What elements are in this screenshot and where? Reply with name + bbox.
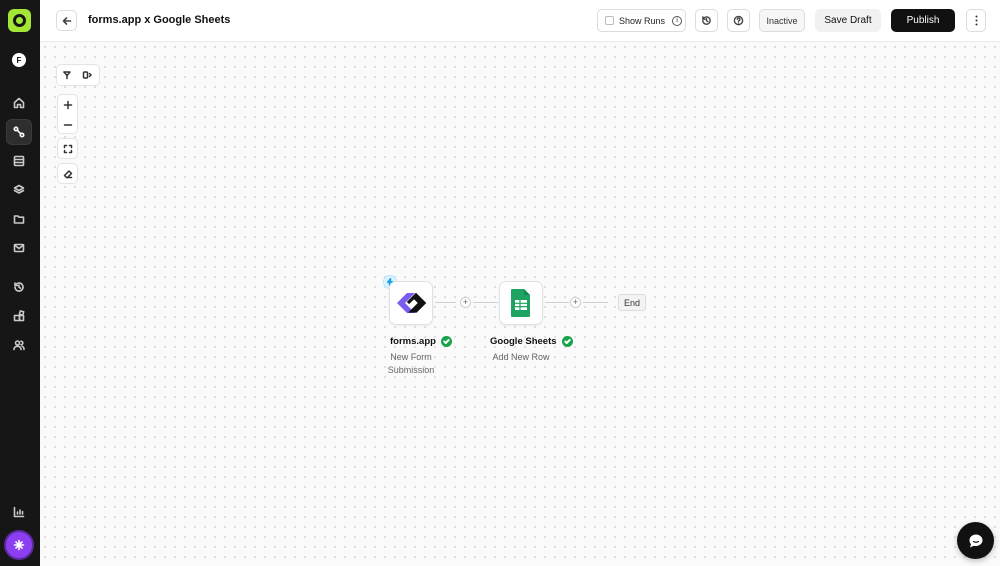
flow-status-badge[interactable]: Inactive xyxy=(759,9,805,32)
sidebar-item-tables[interactable] xyxy=(6,148,32,174)
sidebar-item-home[interactable] xyxy=(6,90,32,116)
more-options-button[interactable] xyxy=(966,9,986,32)
fullscreen-icon xyxy=(63,144,73,154)
connector-line xyxy=(545,302,569,303)
minus-icon xyxy=(63,124,73,126)
zoom-controls xyxy=(57,94,78,134)
layers-icon xyxy=(13,184,25,194)
mail-icon xyxy=(13,243,25,253)
forms-app-logo-icon xyxy=(397,292,427,313)
connector-line xyxy=(435,302,456,303)
action-node-google-sheets[interactable] xyxy=(499,281,543,325)
publish-button[interactable]: Publish xyxy=(891,9,955,32)
tables-icon xyxy=(13,155,25,167)
end-node: End xyxy=(618,294,646,311)
back-button[interactable] xyxy=(56,10,77,31)
eraser-icon xyxy=(63,170,73,179)
sparkle-icon xyxy=(13,539,25,551)
home-icon xyxy=(13,97,25,109)
pointer-icon xyxy=(63,71,71,80)
clear-control xyxy=(57,163,78,184)
trigger-node-label: forms.app xyxy=(390,336,452,347)
hand-icon xyxy=(82,71,92,79)
flow-canvas[interactable]: + forms.app New Form Submission + End Go… xyxy=(40,42,1000,566)
google-sheets-icon xyxy=(511,289,530,317)
sidebar-item-analytics[interactable] xyxy=(6,499,32,525)
more-vertical-icon xyxy=(975,15,977,26)
history-icon xyxy=(14,282,24,292)
show-runs-label: Show Runs xyxy=(619,15,666,26)
apps-icon xyxy=(13,310,25,322)
sidebar-item-folders[interactable] xyxy=(6,206,32,232)
chat-bubble-icon xyxy=(969,534,982,547)
flow-title[interactable]: forms.app x Google Sheets xyxy=(88,14,230,26)
trigger-node-subtitle: New Form Submission xyxy=(387,352,435,375)
sidebar-item-history[interactable] xyxy=(6,274,32,300)
help-circle-icon xyxy=(733,15,744,26)
fit-view-control xyxy=(57,138,78,159)
show-runs-toggle[interactable]: Show Runs i xyxy=(597,9,686,32)
select-mode-button[interactable] xyxy=(57,65,77,85)
action-node-title: Google Sheets xyxy=(490,336,557,347)
pan-mode-button[interactable] xyxy=(77,65,97,85)
add-step-button[interactable]: + xyxy=(460,297,471,308)
folder-icon xyxy=(13,215,25,224)
info-icon[interactable]: i xyxy=(672,15,683,26)
connector-line xyxy=(473,302,498,303)
users-icon xyxy=(13,340,25,351)
sidebar-item-mail[interactable] xyxy=(6,235,32,261)
top-bar: forms.app x Google Sheets Show Runs i In… xyxy=(40,0,1000,42)
action-node-label: Google Sheets xyxy=(490,336,573,347)
connector-line xyxy=(583,302,608,303)
check-circle-icon xyxy=(440,336,452,347)
help-button[interactable] xyxy=(727,9,750,32)
add-step-button[interactable]: + xyxy=(570,297,581,308)
fit-view-button[interactable] xyxy=(58,139,78,159)
user-avatar[interactable]: F xyxy=(12,53,26,67)
canvas-mode-toolbar xyxy=(56,64,100,86)
show-runs-checkbox[interactable] xyxy=(605,16,614,25)
zoom-in-button[interactable] xyxy=(58,95,78,115)
eraser-button[interactable] xyxy=(58,164,78,184)
version-history-button[interactable] xyxy=(695,9,718,32)
arrow-left-icon xyxy=(62,16,71,25)
sidebar: F xyxy=(0,0,40,566)
sidebar-item-layers[interactable] xyxy=(6,177,32,203)
zoom-out-button[interactable] xyxy=(58,115,78,135)
app-logo[interactable] xyxy=(8,9,31,32)
check-circle-icon xyxy=(561,336,573,347)
ai-assistant-button[interactable] xyxy=(6,532,32,558)
trigger-node-forms-app[interactable] xyxy=(389,281,433,325)
action-node-subtitle: Add New Row xyxy=(492,352,550,362)
history-icon xyxy=(702,16,711,25)
trigger-node-title: forms.app xyxy=(390,336,436,347)
save-draft-button[interactable]: Save Draft xyxy=(815,9,881,32)
sidebar-item-flows[interactable] xyxy=(6,119,32,145)
sidebar-item-apps[interactable] xyxy=(6,303,32,329)
chat-support-button[interactable] xyxy=(957,522,994,559)
plus-icon xyxy=(63,100,73,110)
analytics-icon xyxy=(13,506,25,518)
sidebar-item-users[interactable] xyxy=(6,332,32,358)
flows-icon xyxy=(13,126,25,138)
